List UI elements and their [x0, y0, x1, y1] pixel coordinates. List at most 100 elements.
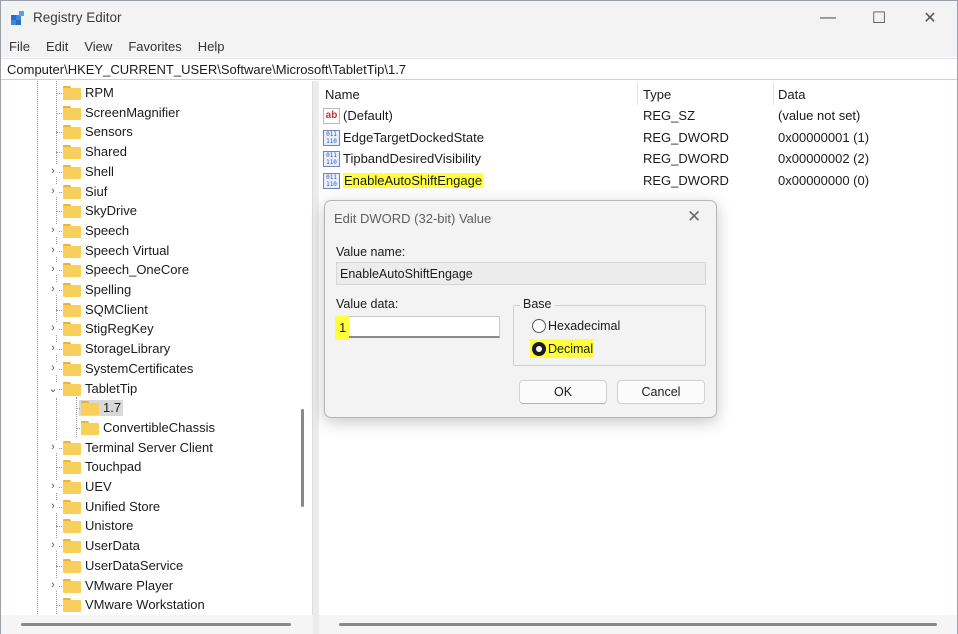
tree-item[interactable]: › Siuf: [1, 182, 301, 202]
folder-icon: [63, 164, 81, 179]
tree-item[interactable]: › Terminal Server Client: [1, 438, 301, 458]
address-bar[interactable]: Computer\HKEY_CURRENT_USER\Software\Micr…: [1, 58, 957, 80]
tree-item[interactable]: › Unified Store: [1, 497, 301, 517]
tree-item-label: Unified Store: [85, 498, 161, 514]
value-row[interactable]: 011 110 TipbandDesiredVisibility REG_DWOR…: [319, 149, 957, 170]
expand-chevron-icon[interactable]: ›: [47, 342, 59, 355]
tree-item[interactable]: Unistore: [1, 516, 301, 536]
column-header-name[interactable]: Name: [325, 81, 360, 107]
tree-item[interactable]: › UEV: [1, 477, 301, 497]
tree-item[interactable]: ScreenMagnifier: [1, 103, 301, 123]
value-row[interactable]: ab (Default) REG_SZ (value not set): [319, 106, 957, 127]
tree-item-label: Terminal Server Client: [85, 439, 213, 455]
tree-item[interactable]: › StorageLibrary: [1, 339, 301, 359]
expand-chevron-icon[interactable]: ›: [47, 223, 59, 236]
expand-chevron-icon[interactable]: ›: [47, 440, 59, 453]
maximize-button[interactable]: ☐: [856, 1, 902, 35]
value-type: REG_DWORD: [643, 172, 729, 188]
minimize-button[interactable]: —: [805, 1, 851, 35]
expand-chevron-icon[interactable]: ›: [47, 499, 59, 512]
tree-item[interactable]: ⌄ TabletTip: [1, 379, 301, 399]
tree-vertical-scrollbar[interactable]: [294, 81, 312, 618]
expand-chevron-icon[interactable]: ›: [47, 184, 59, 197]
tree-item[interactable]: VMware Workstation: [1, 595, 301, 615]
column-divider[interactable]: [773, 83, 774, 105]
expand-chevron-icon[interactable]: ›: [47, 243, 59, 256]
tree-item[interactable]: › StigRegKey: [1, 319, 301, 339]
menu-favorites[interactable]: Favorites: [122, 39, 187, 54]
tree-item[interactable]: SQMClient: [1, 300, 301, 320]
folder-icon: [63, 322, 81, 337]
expand-chevron-icon[interactable]: ›: [47, 283, 59, 295]
value-name: TipbandDesiredVisibility: [343, 151, 482, 166]
tree-item[interactable]: › Speech: [1, 221, 301, 241]
tree-item-child[interactable]: ConvertibleChassis: [1, 418, 301, 438]
tree-item[interactable]: › SystemCertificates: [1, 359, 301, 379]
value-name: (Default): [343, 108, 393, 123]
tree-item[interactable]: › Shell: [1, 162, 301, 182]
tree-item[interactable]: Shared: [1, 142, 301, 162]
tree-item[interactable]: RPM: [1, 83, 301, 103]
folder-icon: [63, 125, 81, 140]
column-header-type[interactable]: Type: [643, 81, 671, 107]
value-data-text[interactable]: 1: [339, 320, 346, 335]
title-bar: Registry Editor — ☐ ✕: [1, 1, 957, 35]
decimal-label[interactable]: Decimal: [548, 342, 593, 356]
column-divider[interactable]: [637, 83, 638, 105]
menu-file[interactable]: File: [3, 39, 36, 54]
expand-chevron-icon[interactable]: ›: [47, 361, 59, 374]
tree-item-label: Speech: [85, 222, 130, 238]
folder-icon: [63, 263, 81, 278]
tree-item-label: VMware Player: [85, 577, 174, 593]
value-row[interactable]: 011 110 EdgeTargetDockedState REG_DWORD 0…: [319, 128, 957, 149]
value-row-selected[interactable]: 011 110 EnableAutoShiftEngage REG_DWORD 0…: [319, 171, 957, 192]
tree-item[interactable]: › Spelling: [1, 280, 301, 300]
tree-item[interactable]: › UserData: [1, 536, 301, 556]
value-data-input[interactable]: [335, 316, 500, 338]
close-window-button[interactable]: ✕: [907, 1, 953, 35]
expand-chevron-icon[interactable]: ›: [47, 539, 59, 552]
menu-edit[interactable]: Edit: [40, 39, 74, 54]
expand-chevron-icon[interactable]: ›: [47, 164, 59, 177]
tree-item-label: Sensors: [85, 124, 133, 140]
ok-button[interactable]: OK: [519, 380, 607, 404]
hexadecimal-radio[interactable]: [532, 319, 546, 333]
tree-item-child[interactable]: 1.7: [1, 398, 301, 418]
tree-horizontal-thumb[interactable]: [21, 623, 291, 626]
value-data: 0x00000002 (2): [778, 151, 870, 166]
tree-item-label: UEV: [85, 479, 112, 494]
binary-value-icon: 011 110: [323, 151, 340, 167]
window-title: Registry Editor: [33, 10, 122, 25]
tree-item[interactable]: SkyDrive: [1, 201, 301, 221]
tree-item[interactable]: › Speech Virtual: [1, 241, 301, 261]
menu-help[interactable]: Help: [192, 39, 231, 54]
tree-item[interactable]: Sensors: [1, 122, 301, 142]
cancel-button[interactable]: Cancel: [617, 380, 705, 404]
tree-scroll-thumb[interactable]: [301, 409, 304, 507]
base-label: Base: [520, 297, 555, 311]
tree-item[interactable]: Touchpad: [1, 457, 301, 477]
value-name-field: EnableAutoShiftEngage: [336, 262, 706, 285]
values-horizontal-thumb[interactable]: [339, 623, 937, 626]
tree-item[interactable]: › VMware Player: [1, 576, 301, 596]
registry-key-tree: RPM ScreenMagnifier Sensors Shared › Shell › Si…: [1, 81, 313, 634]
expand-chevron-icon[interactable]: ›: [47, 322, 59, 335]
tree-item-label: Touchpad: [85, 459, 142, 475]
menu-view[interactable]: View: [78, 39, 118, 54]
expand-chevron-icon[interactable]: ›: [47, 263, 59, 276]
dialog-close-icon[interactable]: ✕: [687, 207, 701, 227]
expand-chevron-icon[interactable]: ›: [47, 480, 59, 492]
expand-chevron-icon[interactable]: ›: [47, 578, 59, 591]
tree-item-label: RPM: [85, 85, 114, 100]
folder-icon: [81, 420, 99, 435]
tree-item[interactable]: UserDataService: [1, 556, 301, 576]
decimal-radio[interactable]: [532, 342, 546, 356]
column-header-data[interactable]: Data: [778, 81, 805, 107]
tree-item-label: SystemCertificates: [85, 360, 194, 376]
folder-icon: [63, 302, 81, 317]
collapse-chevron-icon[interactable]: ⌄: [47, 381, 59, 395]
folder-icon: [63, 460, 81, 475]
tree-item-label: StorageLibrary: [85, 341, 171, 357]
hexadecimal-label[interactable]: Hexadecimal: [548, 319, 620, 333]
tree-item[interactable]: › Speech_OneCore: [1, 260, 301, 280]
